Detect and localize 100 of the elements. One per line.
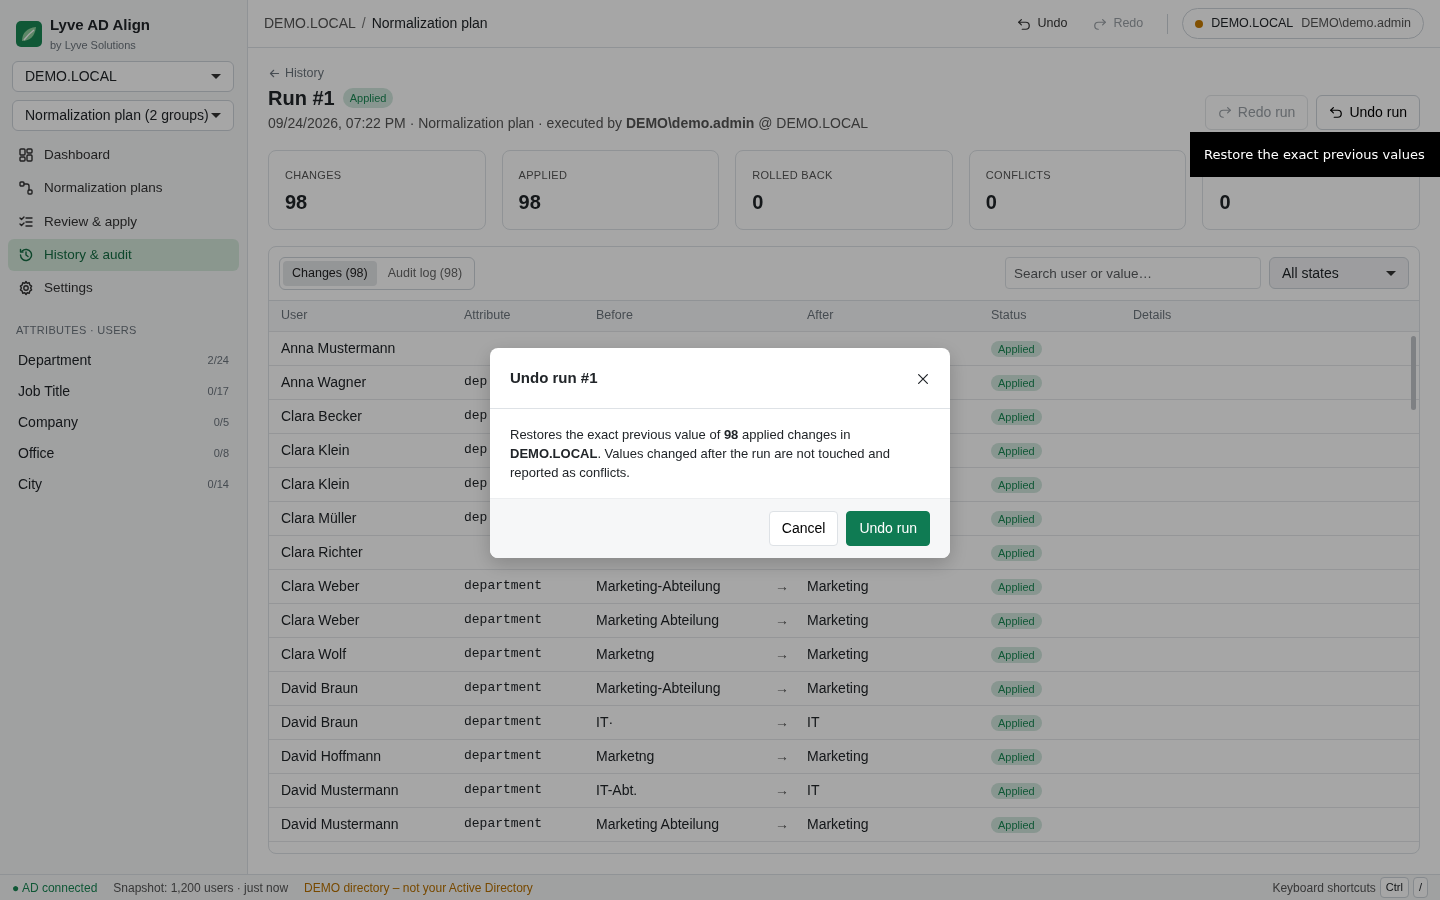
cancel-button[interactable]: Cancel [768,511,839,546]
table-cell-text: department [464,645,542,664]
dashboard-icon [18,147,34,164]
table-cell-text: Clara Müller [281,508,357,528]
stat-value: 98 [285,190,309,216]
undo-run-button[interactable]: Undo run [1316,94,1420,130]
undo-button[interactable]: Undo [1007,10,1078,37]
section-heading: ATTRIBUTES · USERS [15,323,138,339]
table-cell-text: Marketing [807,610,869,630]
snapshot-info: Snapshot: 1,200 users · just now [113,879,289,897]
table-cell-text: David Hoffmann [281,746,382,766]
status-badge: Applied [991,816,1042,833]
nav-item[interactable]: Settings [8,272,239,305]
table-cell-text: department [464,747,542,766]
attribute-count: 0/14 [207,477,229,492]
redo-icon [1217,105,1232,120]
app-name: Lyve AD Align [50,15,150,35]
status-badge: Applied [991,578,1042,595]
table-cell-text: Clara Wolf [281,644,347,664]
status-badge: Applied [342,87,394,108]
state-filter[interactable]: All states [1269,257,1409,290]
caret-icon [211,113,221,118]
nav-item[interactable]: Normalization plans [8,172,239,205]
column-header: Details [1133,307,1172,325]
plan-select[interactable]: Normalization plan (2 groups) [12,100,234,131]
key-cap: / [1412,877,1428,898]
nav-item[interactable]: History & audit [8,238,239,271]
table-cell-text: Marketng [596,746,655,766]
table-cell-text: David Mustermann [281,814,399,834]
table-cell-text: Marketng [596,644,655,664]
column-header: Status [991,307,1027,325]
run-title: Run #1 [268,85,335,111]
search-field[interactable]: Search user or value… [1005,257,1261,290]
key-cap: Ctrl [1379,877,1409,898]
connected-squares-icon [18,180,34,197]
table-cell-text: Anna Wagner [281,372,367,392]
scrollbar[interactable] [1411,335,1416,410]
run-meta: 09/24/2026, 07:22 PM · Normalization plan · executed by DEMO\demo.admin @ DEMO.LOCAL [268,113,870,133]
history-icon [18,246,34,263]
table-cell-text: Marketing [807,576,869,596]
stat-label: CONFLICTS [985,167,1052,183]
app-logo [16,20,42,47]
column-header: After [807,307,834,325]
status-badge: Applied [991,544,1042,561]
table-cell-text: Anna Mustermann [281,338,396,358]
table-cell-text: dep [464,373,488,392]
back-link[interactable]: History [268,64,324,83]
status-badge: Applied [991,510,1042,527]
status-badge: Applied [991,476,1042,493]
column-header: Attribute [464,307,511,325]
table-cell-text: IT [807,780,820,800]
status-badge: Applied [991,782,1042,799]
status-badge: Applied [991,442,1042,459]
close-icon [916,371,930,386]
redo-icon [1093,16,1108,31]
table-cell-text: Marketing [807,678,869,698]
table-cell-text: dep [464,475,488,494]
attribute-count: 0/5 [213,415,229,430]
nav-item[interactable]: Dashboard [8,139,239,172]
status-badge: Applied [991,612,1042,629]
table-cell-text: department [464,815,542,834]
attribute-label: Department [18,350,92,370]
table-cell-text: Clara Richter [281,542,363,562]
nav-item[interactable]: Review & apply [8,205,239,238]
modal-title: Undo run #1 [510,367,598,388]
confirm-button[interactable]: Undo run [846,511,930,546]
table-cell-text: IT [807,712,820,732]
table-cell-text: Clara Becker [281,406,362,426]
tooltip: Restore the exact previous values [1190,132,1440,177]
table-cell-text: Marketing [807,746,869,766]
arrow-symbol: → [775,644,789,664]
stat-value: 0 [1219,190,1232,216]
stat-value: 0 [985,190,998,216]
table-cell-text: David Braun [281,712,359,732]
breadcrumb-separator: / [361,14,366,33]
status-badge: Applied [991,680,1042,697]
status-badge: Applied [991,748,1042,765]
connection-status: ● AD connected [12,879,98,897]
attribute-label: Company [18,412,78,432]
breadcrumb-link[interactable]: DEMO.LOCAL [264,13,356,34]
caret-icon [1386,270,1396,276]
attribute-label: Job Title [18,381,71,401]
table-cell-text: Marketing-Abteilung [596,576,721,596]
tab[interactable]: Audit log (98) [378,260,472,286]
status-badge: Applied [991,408,1042,425]
column-header: Before [596,307,633,325]
arrow-symbol: → [775,678,789,698]
modal-body-text: Restores the exact previous value of 98 applied changes in DEMO.LOCAL. Values changed after the run are not touched and reported as conflicts. [509,426,891,482]
arrow-symbol: → [775,610,789,630]
table-cell-text: dep [464,441,488,460]
tab[interactable]: Changes (98) [283,260,377,286]
attribute-count: 2/24 [207,353,229,368]
table-cell-text: Clara Klein [281,440,350,460]
table-cell-text: department [464,679,542,698]
stat-value: 98 [518,190,542,216]
table-cell-text: Clara Klein [281,474,350,494]
undo-icon [1017,16,1032,31]
domain-select[interactable]: DEMO.LOCAL [12,61,234,92]
table-cell-text: David Braun [281,678,359,698]
table-cell-text: department [464,611,542,630]
